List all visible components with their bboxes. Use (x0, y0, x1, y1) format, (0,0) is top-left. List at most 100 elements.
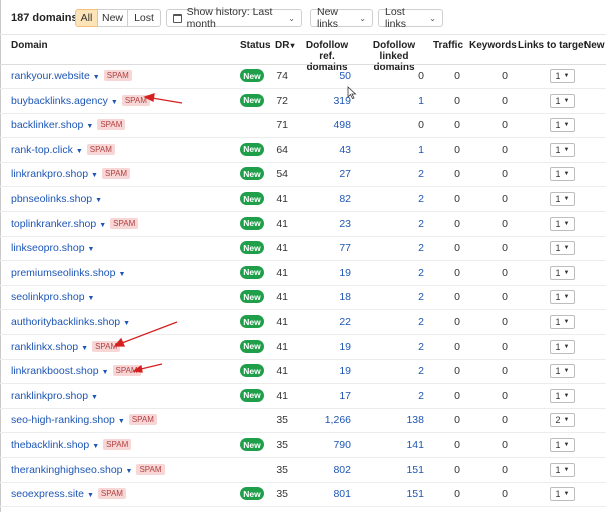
dofollow-linked-domains-value[interactable]: 141 (360, 439, 424, 451)
dofollow-ref-domains-link[interactable]: 82 (290, 193, 351, 205)
dofollow-linked-domains-value[interactable]: 2 (360, 168, 424, 180)
dofollow-ref-domains-link[interactable]: 17 (290, 390, 351, 402)
links-to-target-select[interactable]: 1 ▼ (550, 142, 575, 157)
dofollow-ref-domains-link[interactable]: 19 (290, 341, 351, 353)
caret-down-icon[interactable]: ▼ (88, 295, 95, 302)
links-to-target-select[interactable]: 1 ▼ (550, 93, 575, 108)
caret-down-icon[interactable]: ▼ (92, 443, 99, 450)
caret-down-icon[interactable]: ▼ (123, 320, 130, 327)
dofollow-ref-domains-link[interactable]: 802 (290, 464, 351, 476)
links-to-target-select[interactable]: 1 ▼ (550, 241, 575, 256)
caret-down-icon[interactable]: ▼ (95, 197, 102, 204)
links-to-target-select[interactable]: 1 ▼ (550, 118, 575, 133)
links-to-target-select[interactable]: 1 ▼ (550, 462, 575, 477)
domain-link[interactable]: ranklinkx.shop ▼ SPAM (11, 340, 121, 353)
links-to-target-select[interactable]: 1 ▼ (550, 388, 575, 403)
filter-all-button[interactable]: All (75, 9, 98, 27)
links-to-target-select[interactable]: 1 ▼ (550, 69, 575, 83)
dofollow-ref-domains-link[interactable]: 19 (290, 365, 351, 377)
domain-link[interactable]: authoritybacklinks.shop ▼ (11, 316, 130, 328)
dofollow-linked-domains-value[interactable]: 2 (360, 341, 424, 353)
links-to-target-select[interactable]: 1 ▼ (550, 265, 575, 280)
dofollow-ref-domains-link[interactable]: 43 (290, 144, 351, 156)
dofollow-ref-domains-link[interactable]: 77 (290, 242, 351, 254)
dofollow-ref-domains-link[interactable]: 498 (290, 119, 351, 131)
header-links-to-target[interactable]: Links to target (518, 40, 587, 51)
caret-down-icon[interactable]: ▼ (118, 271, 125, 278)
dofollow-ref-domains-link[interactable]: 19 (290, 267, 351, 279)
dofollow-linked-domains-value[interactable]: 151 (360, 464, 424, 476)
links-to-target-select[interactable]: 1 ▼ (550, 216, 575, 231)
domain-link[interactable]: ranklinkpro.shop ▼ (11, 390, 98, 402)
dofollow-linked-domains-value[interactable]: 2 (360, 242, 424, 254)
domain-link[interactable]: premiumseolinks.shop ▼ (11, 267, 125, 279)
caret-down-icon[interactable]: ▼ (87, 492, 94, 499)
lost-links-dropdown[interactable]: Lost links ⌄ (378, 6, 443, 30)
dofollow-linked-domains-value[interactable]: 2 (360, 267, 424, 279)
caret-down-icon[interactable]: ▼ (126, 468, 133, 475)
links-to-target-select[interactable]: 1 ▼ (550, 290, 575, 305)
dofollow-ref-domains-link[interactable]: 790 (290, 439, 351, 451)
links-to-target-select[interactable]: 1 ▼ (550, 167, 575, 182)
links-to-target-select[interactable]: 1 ▼ (550, 364, 575, 379)
caret-down-icon[interactable]: ▼ (88, 246, 95, 253)
domain-link[interactable]: seolinkpro.shop ▼ (11, 291, 94, 303)
header-dr[interactable]: DR▾ (275, 40, 294, 51)
header-new-links[interactable]: New l (584, 40, 606, 51)
dofollow-linked-domains-value[interactable]: 2 (360, 390, 424, 402)
links-to-target-select[interactable]: 2 ▼ (550, 413, 575, 428)
header-keywords[interactable]: Keywords (469, 40, 517, 51)
dofollow-linked-domains-value[interactable]: 2 (360, 316, 424, 328)
dofollow-linked-domains-value[interactable]: 2 (360, 291, 424, 303)
links-to-target-select[interactable]: 1 ▼ (550, 192, 575, 206)
history-dropdown[interactable]: Show history: Last month ⌄ (166, 6, 302, 30)
header-status[interactable]: Status (240, 40, 271, 51)
filter-lost-button[interactable]: Lost (128, 9, 161, 27)
domain-link[interactable]: buybacklinks.agency ▼ SPAM (11, 94, 150, 107)
dofollow-linked-domains-value[interactable]: 151 (360, 488, 424, 500)
header-domain[interactable]: Domain (11, 40, 48, 51)
domain-link[interactable]: toplinkranker.shop ▼ SPAM (11, 217, 139, 230)
caret-down-icon[interactable]: ▼ (91, 172, 98, 179)
dofollow-ref-domains-link[interactable]: 50 (290, 70, 351, 82)
dofollow-linked-domains-value[interactable]: 138 (360, 414, 424, 426)
header-traffic[interactable]: Traffic (433, 40, 463, 51)
domain-link[interactable]: therankinghighseo.shop ▼ SPAM (11, 463, 165, 476)
dofollow-linked-domains-value[interactable]: 1 (360, 144, 424, 156)
dofollow-linked-domains-value[interactable]: 2 (360, 193, 424, 205)
new-links-dropdown[interactable]: New links ⌄ (310, 6, 373, 30)
domain-link[interactable]: backlinker.shop ▼ SPAM (11, 119, 126, 131)
domain-link[interactable]: linkrankboost.shop ▼ SPAM (11, 365, 141, 377)
domain-link[interactable]: linkseopro.shop ▼ (11, 242, 94, 254)
domain-link[interactable]: linkrankpro.shop ▼ SPAM (11, 168, 131, 180)
domain-link[interactable]: seo-high-ranking.shop ▼ SPAM (11, 414, 157, 426)
dofollow-ref-domains-link[interactable]: 22 (290, 316, 351, 328)
dofollow-ref-domains-link[interactable]: 23 (290, 218, 351, 230)
dofollow-linked-domains-value[interactable]: 1 (360, 95, 424, 107)
links-to-target-select[interactable]: 1 ▼ (550, 487, 575, 502)
caret-down-icon[interactable]: ▼ (93, 74, 100, 81)
caret-down-icon[interactable]: ▼ (118, 418, 125, 425)
domain-link[interactable]: thebacklink.shop ▼ SPAM (11, 439, 132, 451)
caret-down-icon[interactable]: ▼ (102, 369, 109, 376)
links-to-target-select[interactable]: 1 ▼ (550, 315, 575, 329)
filter-new-button[interactable]: New (98, 9, 128, 27)
caret-down-icon[interactable]: ▼ (91, 394, 98, 401)
domain-link[interactable]: rankyour.website ▼ SPAM (11, 70, 132, 82)
links-to-target-select[interactable]: 1 ▼ (550, 438, 575, 452)
domain-link[interactable]: seoexpress.site ▼ SPAM (11, 488, 126, 500)
domain-link[interactable]: pbnseolinks.shop ▼ (11, 193, 102, 205)
caret-down-icon[interactable]: ▼ (76, 148, 83, 155)
domain-link[interactable]: rank-top.click ▼ SPAM (11, 143, 115, 156)
dofollow-linked-domains-value[interactable]: 2 (360, 218, 424, 230)
dofollow-ref-domains-link[interactable]: 319 (290, 95, 351, 107)
dofollow-ref-domains-link[interactable]: 27 (290, 168, 351, 180)
caret-down-icon[interactable]: ▼ (86, 123, 93, 130)
caret-down-icon[interactable]: ▼ (81, 345, 88, 352)
caret-down-icon[interactable]: ▼ (111, 99, 118, 106)
caret-down-icon[interactable]: ▼ (99, 222, 106, 229)
dofollow-ref-domains-link[interactable]: 18 (290, 291, 351, 303)
links-to-target-select[interactable]: 1 ▼ (550, 339, 575, 354)
dofollow-ref-domains-link[interactable]: 1,266 (290, 414, 351, 426)
dofollow-linked-domains-value[interactable]: 2 (360, 365, 424, 377)
